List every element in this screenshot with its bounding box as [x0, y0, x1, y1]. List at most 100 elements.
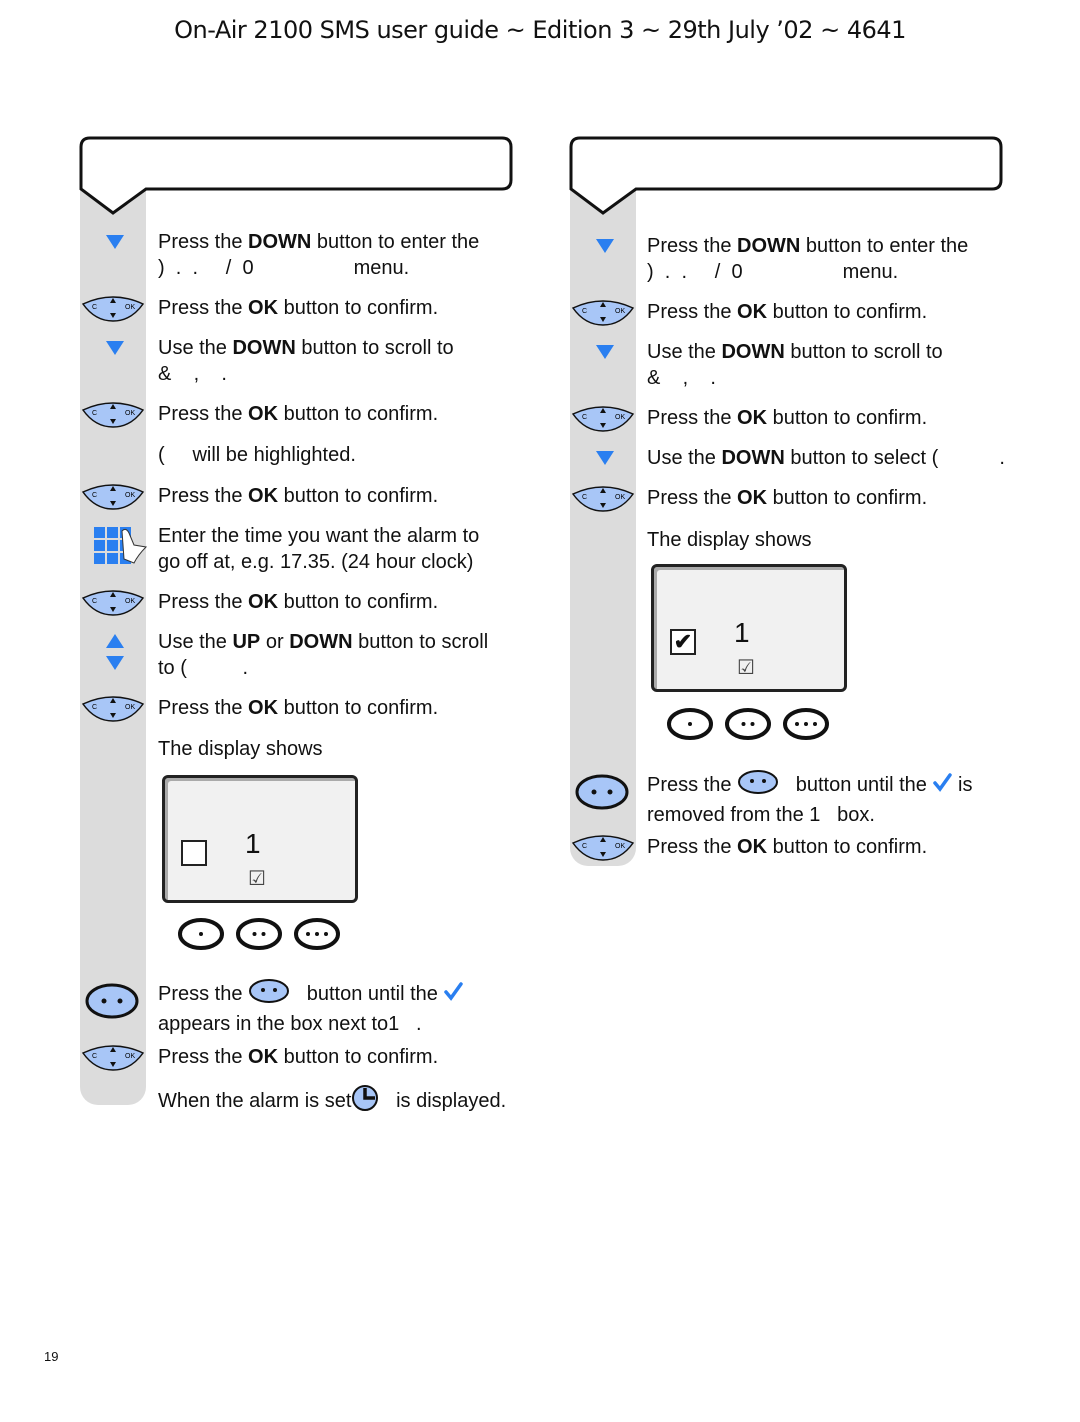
instruction-text: Use the	[158, 337, 233, 359]
instruction-step: Use the DOWN button to select ( .	[647, 445, 1005, 471]
instruction-text: When the alarm is set	[158, 1089, 352, 1112]
callout-shapes	[79, 136, 1003, 225]
instruction-line: ) . . / 0 menu.	[158, 255, 479, 281]
ok-nav-button-icon[interactable]: C OK	[81, 482, 145, 515]
instruction-line: & , .	[158, 361, 454, 387]
down-arrow-icon[interactable]	[595, 344, 615, 365]
bold-term: OK	[248, 1046, 279, 1068]
instruction-step: Use the UP or DOWN button to scroll to ( …	[158, 629, 488, 681]
instruction-line: The display shows	[647, 527, 812, 553]
empty-box-icon	[181, 840, 207, 866]
softkey-two-dots-icon[interactable]	[84, 982, 140, 1025]
instruction-step: Use the DOWN button to scroll to & , .	[647, 339, 943, 391]
softkey-1-icon[interactable]	[177, 917, 225, 956]
down-arrow-icon[interactable]	[595, 238, 615, 259]
svg-text:OK: OK	[125, 598, 135, 605]
instruction-line: Press the button until the is	[647, 769, 972, 802]
ok-nav-button-icon[interactable]: C OK	[571, 484, 635, 517]
instruction-line: appears in the box next to1 .	[158, 1011, 463, 1037]
instruction-step: Enter the time you want the alarm to go o…	[158, 523, 479, 575]
bold-term: OK	[737, 301, 768, 323]
instruction-text: Press the	[647, 407, 738, 429]
ok-nav-button-icon[interactable]: C OK	[81, 400, 145, 433]
bold-term: OK	[248, 297, 279, 319]
instruction-text: button to confirm.	[278, 591, 439, 613]
svg-text:C: C	[582, 308, 587, 315]
instruction-step: Press the OK button to confirm.	[158, 695, 438, 721]
instruction-step: ( will be highlighted.	[158, 442, 356, 468]
instruction-text: Press the	[158, 697, 249, 719]
instruction-text: to ( .	[158, 657, 249, 679]
down-arrow-icon[interactable]	[105, 340, 125, 361]
svg-text:C: C	[582, 414, 587, 421]
bold-term: OK	[737, 407, 768, 429]
instruction-line: The display shows	[158, 736, 323, 762]
instruction-text: Press the	[158, 403, 249, 425]
up-down-arrows-icon[interactable]	[105, 633, 125, 676]
display-number: 1	[734, 617, 750, 648]
instruction-text: Press the	[158, 297, 249, 319]
svg-text:OK: OK	[615, 843, 625, 850]
instruction-step: The display shows	[158, 736, 323, 762]
bold-term: OK	[248, 697, 279, 719]
instruction-line: Use the DOWN button to select ( .	[647, 445, 1005, 471]
instruction-step: Press the OK button to confirm.	[158, 589, 438, 615]
ok-nav-button-icon[interactable]: C OK	[571, 298, 635, 331]
bold-term: OK	[737, 836, 768, 858]
down-arrow-icon[interactable]	[595, 450, 615, 471]
instruction-text: Use the	[158, 631, 233, 653]
instruction-text: is displayed.	[379, 1089, 507, 1112]
instruction-text: Press the	[158, 231, 249, 253]
down-arrow-icon[interactable]	[105, 234, 125, 255]
instruction-text: button to select ( .	[784, 447, 1005, 469]
softkey-inline-icon	[737, 769, 779, 802]
ok-nav-button-icon[interactable]: C OK	[81, 294, 145, 327]
svg-text:OK: OK	[125, 492, 135, 499]
svg-text:C: C	[92, 492, 97, 499]
instruction-text: button to confirm.	[278, 485, 439, 507]
instruction-line: ( will be highlighted.	[158, 442, 356, 468]
instruction-text: button to scroll	[352, 631, 489, 653]
instruction-line: Use the UP or DOWN button to scroll	[158, 629, 488, 655]
svg-text:OK: OK	[615, 494, 625, 501]
instruction-step: Press the button until the appears in th…	[158, 978, 464, 1037]
softkey-2-icon[interactable]	[724, 707, 772, 746]
softkey-3-icon[interactable]	[293, 917, 341, 956]
instruction-text: ( will be highlighted.	[158, 444, 356, 466]
instruction-text: Press the	[647, 773, 738, 796]
checked-box-icon: ✔	[670, 629, 696, 655]
instruction-text: button to confirm.	[767, 407, 928, 429]
softkey-inline-icon	[248, 978, 290, 1011]
instruction-text: Enter the time you want the alarm to	[158, 525, 480, 547]
instruction-line: Press the DOWN button to enter the	[647, 233, 968, 259]
instruction-text: Use the	[647, 341, 722, 363]
instruction-line: go off at, e.g. 17.35. (24 hour clock)	[158, 549, 479, 575]
instruction-line: Use the DOWN button to scroll to	[647, 339, 943, 365]
ok-nav-button-icon[interactable]: C OK	[81, 694, 145, 727]
instruction-line: Enter the time you want the alarm to	[158, 523, 479, 549]
bold-term: OK	[248, 591, 279, 613]
instruction-step: Press the OK button to confirm.	[647, 834, 927, 860]
instruction-line: Press the OK button to confirm.	[647, 834, 927, 860]
instruction-step: The display shows	[647, 527, 812, 553]
svg-text:C: C	[92, 304, 97, 311]
instruction-text: button to confirm.	[278, 1046, 439, 1068]
instruction-line: Use the DOWN button to scroll to	[158, 335, 454, 361]
softkey-3-icon[interactable]	[782, 707, 830, 746]
softkey-two-dots-icon[interactable]	[574, 773, 630, 816]
ok-nav-button-icon[interactable]: C OK	[81, 1043, 145, 1076]
instruction-line: Press the OK button to confirm.	[647, 299, 927, 325]
ok-nav-button-icon[interactable]: C OK	[571, 833, 635, 866]
instruction-line: Press the OK button to confirm.	[158, 589, 438, 615]
instruction-text: & , .	[647, 367, 716, 389]
instruction-text: button to confirm.	[767, 487, 928, 509]
ok-nav-button-icon[interactable]: C OK	[81, 588, 145, 621]
instruction-line: Press the OK button to confirm.	[158, 695, 438, 721]
softkey-1-icon[interactable]	[666, 707, 714, 746]
instruction-text: button to confirm.	[278, 297, 439, 319]
bold-term: DOWN	[248, 231, 312, 253]
small-check-box: ☑	[248, 868, 266, 890]
ok-nav-button-icon[interactable]: C OK	[571, 404, 635, 437]
softkey-2-icon[interactable]	[235, 917, 283, 956]
keypad-icon	[92, 525, 148, 572]
